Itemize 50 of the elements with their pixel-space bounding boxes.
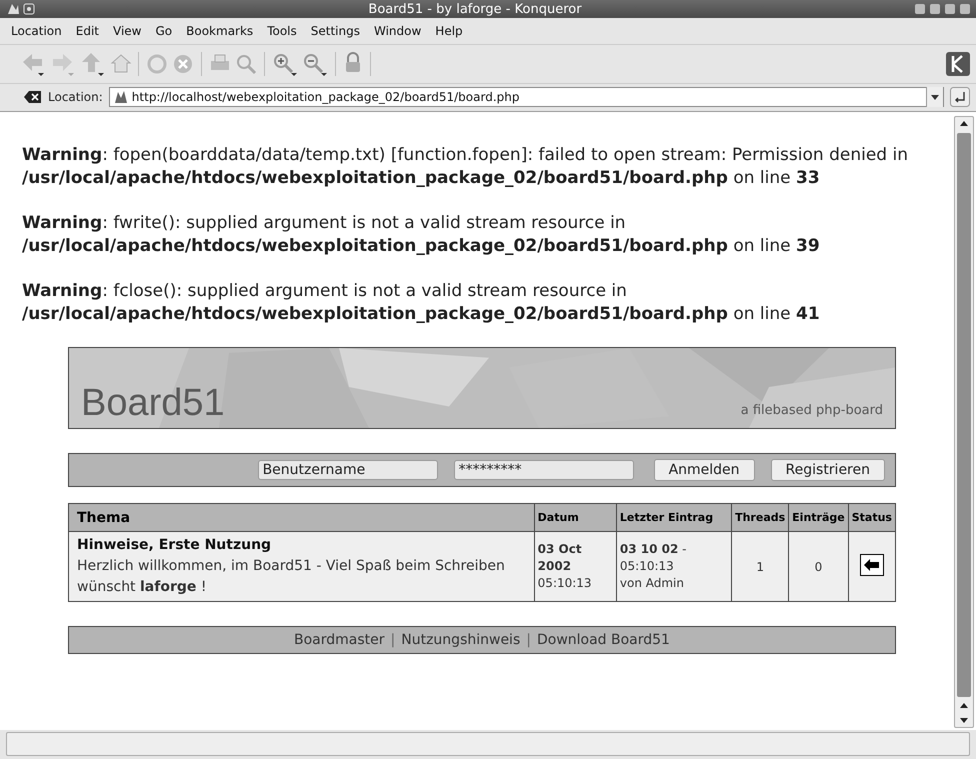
username-field[interactable]: Benutzername bbox=[258, 460, 438, 480]
page-icon bbox=[112, 89, 129, 105]
column-header: Datum bbox=[534, 504, 616, 532]
time-text: 05:10:13 bbox=[538, 575, 593, 592]
separator-text: | bbox=[526, 632, 531, 648]
password-field[interactable]: ********* bbox=[454, 460, 634, 480]
table-cell: 0 bbox=[788, 532, 848, 602]
php-warning-text: Warning: fopen(boarddata/data/temp.txt) [function.fopen]: failed to open stream: Permission denied in /usr/local/apache/htdocs/webexploitation_package_02/board51/board.php on line 33 bbox=[22, 144, 909, 190]
board-tagline: a filebased php-board bbox=[740, 403, 883, 418]
login-button[interactable]: Anmelden bbox=[654, 459, 755, 481]
vertical-scrollbar[interactable] bbox=[954, 116, 974, 728]
menu-item[interactable]: Location bbox=[4, 24, 69, 38]
php-warning-text: Warning: fwrite(): supplied argument is not a valid stream resource in /usr/local/apache/htdocs/webexploitation_package_02/board51/board.php on line 39 bbox=[22, 212, 821, 258]
footer-link[interactable]: Boardmaster bbox=[294, 632, 385, 648]
board-logo-text: Board51 bbox=[81, 384, 225, 422]
zoom-out-icon[interactable] bbox=[301, 51, 329, 77]
window-title: Board51 - by laforge - Konqueror bbox=[367, 2, 583, 16]
table-cell: 1 bbox=[732, 532, 789, 602]
column-header: Status bbox=[848, 504, 896, 532]
menu-item[interactable]: Edit bbox=[68, 24, 106, 38]
url-field[interactable]: http://localhost/webexploitation_package_02/board51/board.php bbox=[108, 87, 944, 107]
dropdown-caret-icon[interactable] bbox=[926, 87, 943, 107]
date-text: 03 Oct 2002 bbox=[538, 541, 583, 575]
location-label: Location: bbox=[48, 90, 103, 104]
footer-link[interactable]: Nutzungshinweis bbox=[401, 632, 520, 648]
menu-item[interactable]: Go bbox=[148, 24, 180, 38]
app-icon bbox=[6, 2, 36, 16]
column-header: Threads bbox=[732, 504, 789, 532]
zoom-in-icon[interactable] bbox=[271, 51, 299, 77]
go-enter-icon[interactable] bbox=[950, 87, 970, 107]
column-header: Letzter Eintrag bbox=[616, 504, 732, 532]
column-header: Thema bbox=[68, 504, 534, 532]
last-author-text: von Admin bbox=[620, 575, 685, 592]
menu-item[interactable]: Window bbox=[366, 24, 428, 38]
menu-item[interactable]: View bbox=[106, 24, 148, 38]
column-header: Einträge bbox=[788, 504, 848, 532]
php-warning-text: Warning: fclose(): supplied argument is not a valid stream resource in /usr/local/apache/htdocs/webexploitation_package_02/board51/board.php on line 41 bbox=[22, 280, 821, 326]
kde-logo-icon[interactable] bbox=[946, 52, 970, 76]
footer-link[interactable]: Download Board51 bbox=[536, 632, 670, 648]
window-controls-icon[interactable] bbox=[914, 3, 970, 15]
menu-item[interactable]: Tools bbox=[260, 24, 304, 38]
menu-item[interactable]: Settings bbox=[304, 24, 367, 38]
forum-description: Herzlich willkommen, im Board51 - Viel Spaß beim Schreiben wünscht laforge ! bbox=[77, 557, 506, 597]
menu-item[interactable]: Help bbox=[428, 24, 470, 38]
clear-location-icon[interactable] bbox=[24, 90, 42, 104]
menu-item[interactable]: Bookmarks bbox=[179, 24, 260, 38]
separator-text: | bbox=[390, 632, 396, 648]
register-button[interactable]: Registrieren bbox=[770, 459, 885, 481]
forum-title[interactable]: Hinweise, Erste Nutzung bbox=[77, 535, 531, 556]
scrollbar-thumb[interactable] bbox=[957, 133, 971, 697]
